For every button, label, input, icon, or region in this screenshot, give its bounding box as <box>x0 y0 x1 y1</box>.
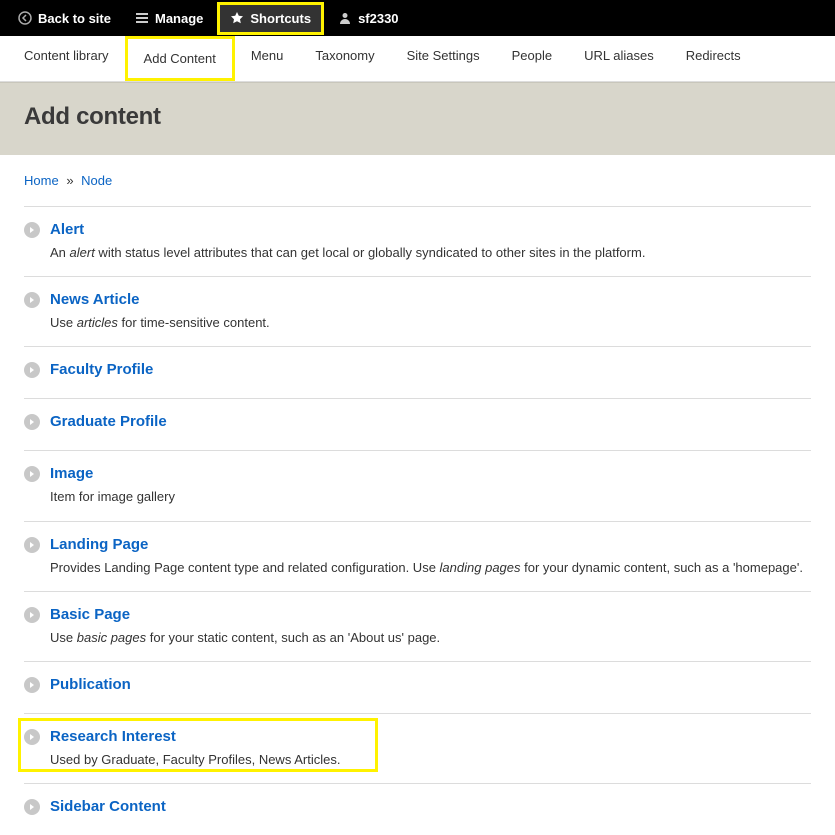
content-type-alert[interactable]: Alert An alert with status level attribu… <box>24 206 811 276</box>
content-type-title[interactable]: Graduate Profile <box>50 413 167 430</box>
back-to-site-button[interactable]: Back to site <box>8 5 121 32</box>
breadcrumb-home[interactable]: Home <box>24 173 59 188</box>
tab-menu[interactable]: Menu <box>235 36 300 81</box>
content-type-title[interactable]: News Article <box>50 291 139 308</box>
tab-people[interactable]: People <box>496 36 568 81</box>
admin-toolbar: Back to site Manage Shortcuts sf2330 <box>0 0 835 36</box>
manage-label: Manage <box>155 11 203 26</box>
chevron-right-icon <box>24 799 40 815</box>
main-content: Home » Node Alert An alert with status l… <box>0 155 835 835</box>
content-type-basic-page[interactable]: Basic Page Use basic pages for your stat… <box>24 591 811 661</box>
shortcuts-button[interactable]: Shortcuts <box>217 2 324 35</box>
content-type-title[interactable]: Alert <box>50 221 84 238</box>
content-type-description: An alert with status level attributes th… <box>50 244 811 262</box>
content-type-title[interactable]: Landing Page <box>50 536 148 553</box>
shortcuts-tabs: Content library Add Content Menu Taxonom… <box>0 36 835 82</box>
chevron-right-icon <box>24 677 40 693</box>
content-type-list: Alert An alert with status level attribu… <box>24 206 811 835</box>
content-type-image[interactable]: Image Item for image gallery <box>24 450 811 520</box>
content-type-description: Provides Landing Page content type and r… <box>50 559 811 577</box>
content-type-description: Used by Graduate, Faculty Profiles, News… <box>50 751 811 769</box>
shortcuts-label: Shortcuts <box>250 11 311 26</box>
content-type-research-interest[interactable]: Research Interest Used by Graduate, Facu… <box>24 713 811 783</box>
chevron-right-icon <box>24 729 40 745</box>
content-type-description: Use articles for time-sensitive content. <box>50 314 811 332</box>
breadcrumb: Home » Node <box>24 173 811 188</box>
chevron-right-icon <box>24 362 40 378</box>
content-type-description: Item for image gallery <box>50 488 811 506</box>
content-type-faculty-profile[interactable]: Faculty Profile <box>24 346 811 398</box>
username-label: sf2330 <box>358 11 398 26</box>
content-type-description: Use basic pages for your static content,… <box>50 629 811 647</box>
content-type-title[interactable]: Faculty Profile <box>50 361 153 378</box>
chevron-right-icon <box>24 414 40 430</box>
content-type-news-article[interactable]: News Article Use articles for time-sensi… <box>24 276 811 346</box>
content-type-title[interactable]: Publication <box>50 676 131 693</box>
tab-content-library[interactable]: Content library <box>8 36 125 81</box>
user-menu-button[interactable]: sf2330 <box>328 5 408 32</box>
chevron-right-icon <box>24 607 40 623</box>
page-title: Add content <box>24 103 811 131</box>
content-type-title[interactable]: Research Interest <box>50 728 176 745</box>
chevron-right-icon <box>24 222 40 238</box>
tab-add-content[interactable]: Add Content <box>125 36 235 81</box>
chevron-right-icon <box>24 537 40 553</box>
page-header: Add content <box>0 82 835 155</box>
content-type-graduate-profile[interactable]: Graduate Profile <box>24 398 811 450</box>
chevron-right-icon <box>24 292 40 308</box>
tab-redirects[interactable]: Redirects <box>670 36 757 81</box>
breadcrumb-separator: » <box>62 173 77 188</box>
user-icon <box>338 11 352 25</box>
breadcrumb-node[interactable]: Node <box>81 173 112 188</box>
star-icon <box>230 11 244 25</box>
tab-site-settings[interactable]: Site Settings <box>391 36 496 81</box>
content-type-title[interactable]: Basic Page <box>50 606 130 623</box>
content-type-title[interactable]: Sidebar Content <box>50 798 166 815</box>
content-type-title[interactable]: Image <box>50 465 93 482</box>
chevron-right-icon <box>24 466 40 482</box>
back-to-site-label: Back to site <box>38 11 111 26</box>
tab-taxonomy[interactable]: Taxonomy <box>299 36 390 81</box>
content-type-publication[interactable]: Publication <box>24 661 811 713</box>
manage-button[interactable]: Manage <box>125 5 213 32</box>
chevron-left-icon <box>18 11 32 25</box>
tab-url-aliases[interactable]: URL aliases <box>568 36 670 81</box>
hamburger-icon <box>135 11 149 25</box>
content-type-sidebar-content[interactable]: Sidebar Content <box>24 783 811 835</box>
content-type-landing-page[interactable]: Landing Page Provides Landing Page conte… <box>24 521 811 591</box>
